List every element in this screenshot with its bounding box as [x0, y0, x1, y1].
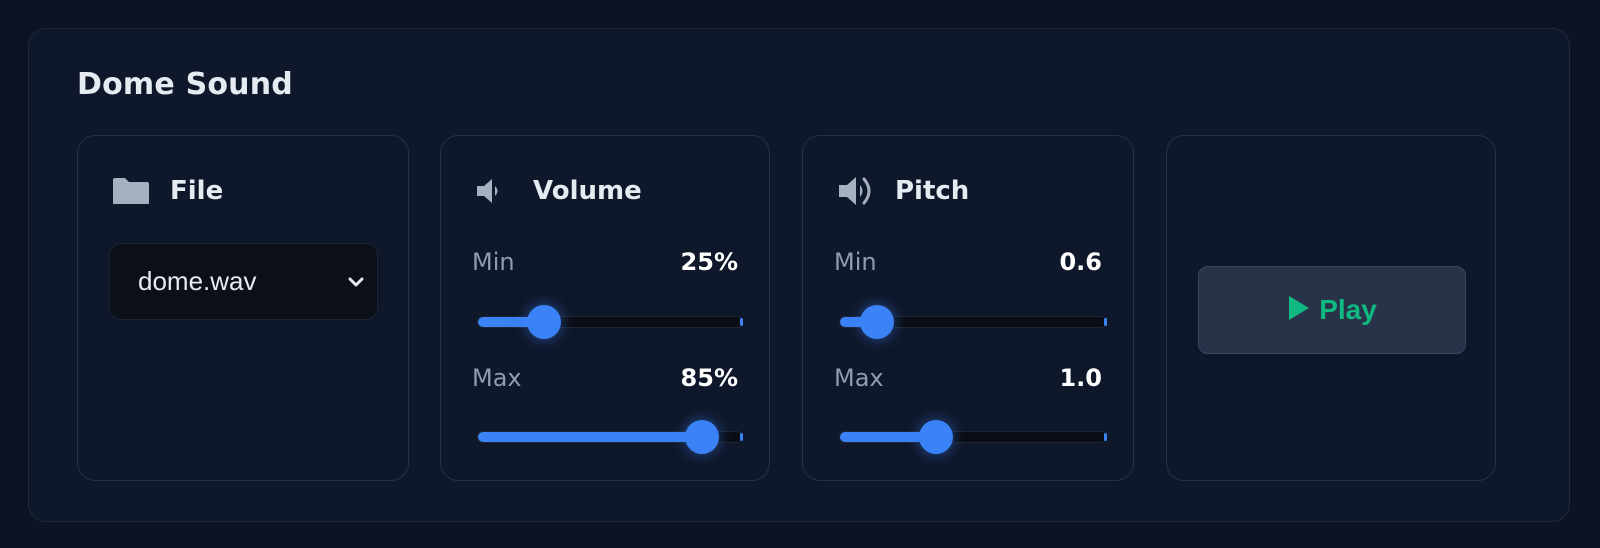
volume-max-label: Max: [472, 364, 522, 392]
pitch-card: Pitch Min 0.6 Max 1.0: [802, 135, 1134, 481]
play-icon: [1287, 295, 1311, 325]
pitch-min-label: Min: [834, 248, 877, 276]
volume-max-slider[interactable]: [477, 420, 743, 454]
play-card: Play: [1166, 135, 1496, 481]
file-header: File: [112, 176, 223, 206]
slider-end: [740, 318, 743, 326]
play-button[interactable]: Play: [1198, 266, 1466, 354]
volume-min-slider[interactable]: [477, 305, 743, 339]
volume-max-value: 85%: [680, 364, 738, 392]
pitch-min-value: 0.6: [1059, 248, 1102, 276]
volume-label: Volume: [533, 176, 642, 206]
pitch-header: Pitch: [837, 176, 969, 206]
play-label: Play: [1319, 294, 1377, 325]
file-label: File: [170, 176, 224, 206]
speaker-high-icon: [837, 176, 877, 206]
slider-end: [1104, 318, 1107, 326]
folder-icon: [112, 176, 152, 206]
file-card: File dome.wav: [77, 135, 409, 481]
volume-header: Volume: [475, 176, 642, 206]
dome-sound-panel: Dome Sound File dome.wav Volume Min 25% …: [28, 28, 1570, 522]
pitch-max-label: Max: [834, 364, 884, 392]
file-select-value: dome.wav: [138, 266, 257, 296]
pitch-max-value: 1.0: [1059, 364, 1102, 392]
volume-card: Volume Min 25% Max 85%: [440, 135, 770, 481]
chevron-down-icon: [345, 268, 367, 300]
slider-thumb[interactable]: [918, 420, 953, 454]
volume-min-value: 25%: [680, 248, 738, 276]
slider-thumb[interactable]: [527, 305, 561, 339]
slider-thumb[interactable]: [860, 305, 895, 339]
pitch-min-slider[interactable]: [839, 305, 1107, 339]
slider-end: [1104, 433, 1107, 441]
speaker-low-icon: [475, 176, 515, 206]
pitch-label: Pitch: [895, 176, 970, 206]
pitch-max-slider[interactable]: [839, 420, 1107, 454]
slider-fill: [478, 432, 703, 442]
panel-title: Dome Sound: [77, 67, 293, 102]
volume-min-label: Min: [472, 248, 515, 276]
file-select[interactable]: dome.wav: [109, 243, 378, 320]
slider-end: [740, 433, 743, 441]
slider-thumb[interactable]: [685, 420, 720, 454]
